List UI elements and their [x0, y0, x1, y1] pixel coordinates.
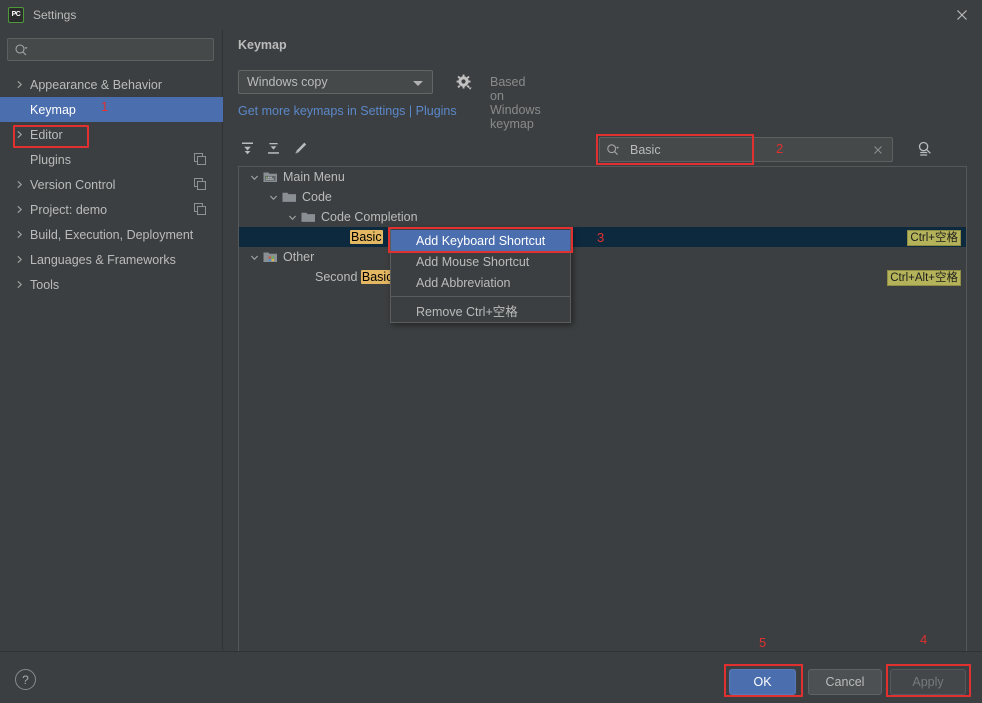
keymap-select-value: Windows copy: [247, 75, 328, 89]
sidebar-item-tools[interactable]: Tools: [0, 272, 223, 297]
page-title: Keymap: [238, 38, 287, 52]
window-title: Settings: [33, 7, 77, 22]
context-menu-item-label: Add Keyboard Shortcut: [416, 233, 546, 248]
find-by-shortcut-icon[interactable]: [916, 140, 934, 161]
sidebar-item-label: Keymap: [30, 102, 76, 117]
chevron-down-icon[interactable]: [268, 192, 279, 203]
close-icon[interactable]: [954, 7, 970, 23]
annotation-number-2: 2: [776, 141, 784, 156]
title-bar: PC Settings: [0, 0, 982, 29]
tree-row-label: Basic: [350, 230, 383, 244]
based-on-label: Based on Windows keymap: [490, 75, 541, 131]
pencil-icon[interactable]: [293, 141, 308, 159]
context-menu-item-remove-shortcut[interactable]: Remove Ctrl+空格: [391, 300, 570, 321]
apply-button[interactable]: Apply: [890, 669, 966, 695]
tree-row-label: Code: [302, 190, 332, 204]
search-icon: [607, 143, 620, 155]
tree-row-other[interactable]: Other: [239, 247, 966, 267]
keymap-search-value: Basic: [630, 142, 661, 157]
chevron-down-icon[interactable]: [249, 252, 260, 263]
settings-dialog: PC Settings Appearance & Behavior Keymap…: [0, 0, 982, 703]
tree-row-main-menu[interactable]: Main Menu: [239, 167, 966, 187]
context-menu-item-label: Add Abbreviation: [416, 275, 511, 290]
collapse-all-icon[interactable]: [266, 141, 281, 159]
sidebar-tree: Appearance & Behavior Keymap Editor Plug…: [0, 72, 223, 297]
context-menu-item-label: Add Mouse Shortcut: [416, 254, 530, 269]
copy-badge-icon: [194, 203, 206, 218]
sidebar-item-label: Tools: [30, 277, 60, 292]
help-button[interactable]: ?: [15, 669, 36, 690]
keymap-panel: Keymap Windows copy Based on Windows key…: [224, 29, 982, 658]
folder-icon: [282, 190, 298, 204]
ok-button[interactable]: OK: [729, 669, 796, 695]
tree-row-label: Code Completion: [321, 210, 418, 224]
gear-icon[interactable]: [456, 74, 473, 94]
pycharm-icon: PC: [8, 6, 24, 23]
annotation-number-4: 4: [920, 632, 928, 647]
chevron-right-icon: [14, 254, 25, 265]
chevron-right-icon: [14, 79, 25, 90]
chevron-right-icon: [14, 229, 25, 240]
copy-badge-icon: [194, 178, 206, 193]
sidebar-item-label: Editor: [30, 127, 63, 142]
chevron-down-icon[interactable]: [249, 172, 260, 183]
keymap-tree: Main Menu Code Code Completion Basic Ctr…: [239, 167, 966, 287]
cancel-button[interactable]: Cancel: [808, 669, 882, 695]
annotation-number-5: 5: [759, 635, 767, 650]
chevron-down-icon[interactable]: [287, 212, 298, 223]
annotation-number-3: 3: [597, 230, 605, 245]
keymap-search-input[interactable]: Basic: [599, 137, 893, 162]
tree-row-code[interactable]: Code: [239, 187, 966, 207]
dialog-footer: ? OK Cancel Apply: [0, 651, 982, 703]
context-menu-separator: [391, 296, 570, 297]
shortcut-badge: Ctrl+Alt+空格: [887, 270, 961, 286]
menu-folder-icon: [263, 170, 279, 184]
chevron-right-icon: [14, 204, 25, 215]
keymap-toolbar: Basic: [238, 134, 967, 166]
tree-row-label: Main Menu: [283, 170, 345, 184]
context-menu: Add Keyboard Shortcut Add Mouse Shortcut…: [390, 228, 571, 323]
tree-row-second-basic-completion[interactable]: Second Basic Completion Ctrl+Alt+空格: [239, 267, 966, 287]
chevron-right-icon: [14, 179, 25, 190]
sidebar-item-version-control[interactable]: Version Control: [0, 172, 223, 197]
folder-icon: [301, 210, 317, 224]
sidebar-item-project-demo[interactable]: Project: demo: [0, 197, 223, 222]
sidebar-item-build-execution-deployment[interactable]: Build, Execution, Deployment: [0, 222, 223, 247]
clear-x-icon[interactable]: [872, 144, 884, 159]
tree-row-label: Other: [283, 250, 315, 264]
other-folder-icon: [263, 250, 279, 264]
sidebar-item-plugins[interactable]: Plugins: [0, 147, 223, 172]
context-menu-item-add-keyboard-shortcut[interactable]: Add Keyboard Shortcut: [391, 230, 570, 251]
chevron-right-icon: [14, 129, 25, 140]
sidebar-item-keymap[interactable]: Keymap: [0, 97, 223, 122]
expand-all-icon[interactable]: [240, 141, 255, 159]
settings-sidebar: Appearance & Behavior Keymap Editor Plug…: [0, 29, 223, 650]
copy-badge-icon: [194, 153, 206, 168]
sidebar-item-languages-frameworks[interactable]: Languages & Frameworks: [0, 247, 223, 272]
tree-row-label-prefix: Second: [315, 270, 361, 284]
sidebar-item-label: Project: demo: [30, 202, 108, 217]
search-icon: [15, 43, 28, 55]
context-menu-item-label: Remove Ctrl+空格: [416, 305, 518, 319]
sidebar-item-label: Languages & Frameworks: [30, 252, 176, 267]
shortcut-badge: Ctrl+空格: [907, 230, 961, 246]
sidebar-search-input[interactable]: [7, 38, 214, 61]
sidebar-item-label: Plugins: [30, 152, 71, 167]
context-menu-item-add-abbreviation[interactable]: Add Abbreviation: [391, 272, 570, 293]
context-menu-item-add-mouse-shortcut[interactable]: Add Mouse Shortcut: [391, 251, 570, 272]
tree-row-code-completion[interactable]: Code Completion: [239, 207, 966, 227]
chevron-right-icon: [14, 279, 25, 290]
sidebar-item-appearance-behavior[interactable]: Appearance & Behavior: [0, 72, 223, 97]
sidebar-item-label: Version Control: [30, 177, 116, 192]
sidebar-item-editor[interactable]: Editor: [0, 122, 223, 147]
sidebar-item-label: Build, Execution, Deployment: [30, 227, 194, 242]
sidebar-item-label: Appearance & Behavior: [30, 77, 163, 92]
chevron-down-icon: [413, 81, 423, 86]
annotation-number-1: 1: [101, 99, 109, 114]
tree-row-label-match: Basic: [360, 270, 394, 284]
keymap-select[interactable]: Windows copy: [238, 70, 433, 94]
get-more-keymaps-link[interactable]: Get more keymaps in Settings | Plugins: [238, 104, 457, 118]
